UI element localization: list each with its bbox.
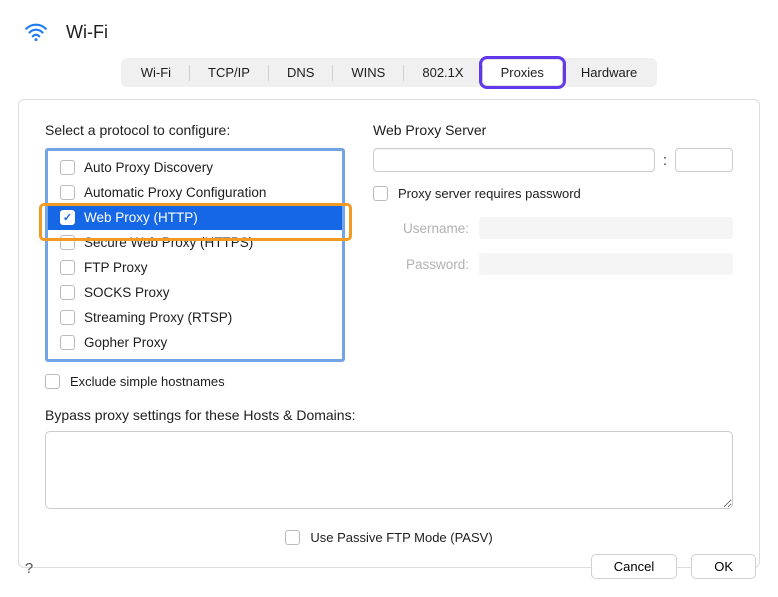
help-button[interactable]: ?	[18, 557, 40, 579]
protocol-listbox: Auto Proxy Discovery Automatic Proxy Con…	[45, 148, 345, 362]
requires-password-label: Proxy server requires password	[398, 186, 581, 201]
tab-dns[interactable]: DNS	[269, 60, 332, 85]
tab-proxies[interactable]: Proxies	[483, 60, 562, 85]
protocol-item-gopher-proxy[interactable]: Gopher Proxy	[48, 330, 342, 355]
protocol-item-web-proxy-http[interactable]: Web Proxy (HTTP)	[48, 205, 342, 230]
protocol-item-label: Auto Proxy Discovery	[84, 160, 213, 175]
checkbox[interactable]	[60, 210, 75, 225]
server-port-input[interactable]	[675, 148, 733, 172]
ok-button[interactable]: OK	[691, 554, 756, 579]
bypass-label: Bypass proxy settings for these Hosts & …	[45, 407, 733, 423]
pasv-checkbox[interactable]	[285, 530, 300, 545]
username-input[interactable]	[479, 217, 733, 239]
host-port-separator: :	[663, 152, 667, 169]
username-label: Username:	[373, 221, 469, 236]
protocol-item-label: Automatic Proxy Configuration	[84, 185, 266, 200]
protocol-label: Select a protocol to configure:	[45, 122, 345, 138]
server-host-input[interactable]	[373, 148, 655, 172]
password-label: Password:	[373, 257, 469, 272]
requires-password-checkbox[interactable]	[373, 186, 388, 201]
checkbox[interactable]	[60, 185, 75, 200]
password-input[interactable]	[479, 253, 733, 275]
tab-wins[interactable]: WINS	[333, 60, 403, 85]
exclude-hostnames-checkbox[interactable]	[45, 374, 60, 389]
exclude-hostnames-label: Exclude simple hostnames	[70, 374, 225, 389]
tab-tcpip[interactable]: TCP/IP	[190, 60, 268, 85]
protocol-item-label: FTP Proxy	[84, 260, 148, 275]
wifi-icon	[22, 18, 50, 46]
protocol-item-label: Streaming Proxy (RTSP)	[84, 310, 232, 325]
pasv-label: Use Passive FTP Mode (PASV)	[310, 530, 492, 545]
checkbox[interactable]	[60, 160, 75, 175]
protocol-item-auto-discovery[interactable]: Auto Proxy Discovery	[48, 155, 342, 180]
protocol-item-streaming-proxy[interactable]: Streaming Proxy (RTSP)	[48, 305, 342, 330]
page-title: Wi-Fi	[60, 22, 108, 43]
server-label: Web Proxy Server	[373, 122, 733, 138]
bypass-textarea[interactable]	[45, 431, 733, 509]
protocol-item-secure-web-proxy[interactable]: Secure Web Proxy (HTTPS)	[48, 230, 342, 255]
protocol-item-label: Gopher Proxy	[84, 335, 167, 350]
cancel-button[interactable]: Cancel	[591, 554, 677, 579]
tab-bar: Wi-Fi TCP/IP DNS WINS 802.1X Proxies Har…	[121, 58, 658, 87]
protocol-item-auto-config[interactable]: Automatic Proxy Configuration	[48, 180, 342, 205]
protocol-item-socks-proxy[interactable]: SOCKS Proxy	[48, 280, 342, 305]
window-header: Wi-Fi	[0, 0, 778, 54]
checkbox[interactable]	[60, 235, 75, 250]
checkbox[interactable]	[60, 260, 75, 275]
checkbox[interactable]	[60, 285, 75, 300]
checkbox[interactable]	[60, 335, 75, 350]
protocol-item-label: Web Proxy (HTTP)	[84, 210, 198, 225]
protocol-item-label: SOCKS Proxy	[84, 285, 170, 300]
tab-wifi[interactable]: Wi-Fi	[123, 60, 189, 85]
tab-8021x[interactable]: 802.1X	[404, 60, 481, 85]
tab-hardware[interactable]: Hardware	[563, 60, 655, 85]
protocol-item-ftp-proxy[interactable]: FTP Proxy	[48, 255, 342, 280]
settings-panel: Select a protocol to configure: Auto Pro…	[18, 99, 760, 568]
protocol-item-label: Secure Web Proxy (HTTPS)	[84, 235, 253, 250]
checkbox[interactable]	[60, 310, 75, 325]
